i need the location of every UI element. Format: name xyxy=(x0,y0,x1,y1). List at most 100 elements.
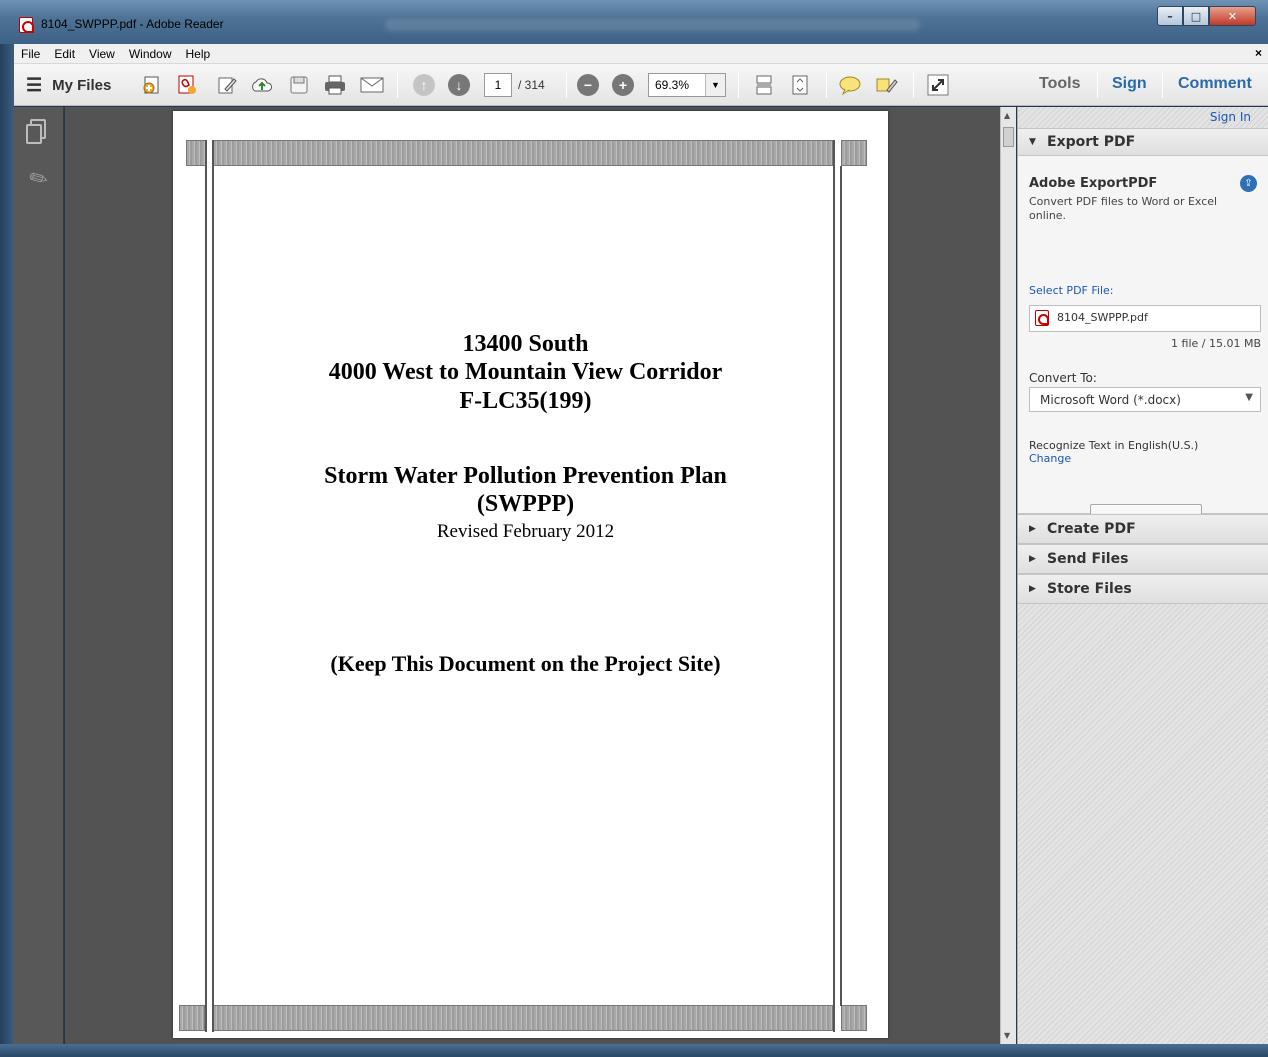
menu-edit[interactable]: Edit xyxy=(47,47,82,61)
store-files-label: Store Files xyxy=(1047,581,1132,597)
scan-border-top-right xyxy=(841,140,867,166)
document-viewer[interactable]: 13400 South 4000 West to Mountain View C… xyxy=(65,107,1000,1044)
ocr-language-label: Recognize Text in English(U.S.) xyxy=(1029,439,1199,452)
page-total-label: / 314 xyxy=(518,78,545,92)
tab-comment[interactable]: Comment xyxy=(1178,75,1252,93)
selected-file-field[interactable]: 8104_SWPPP.pdf xyxy=(1029,305,1261,332)
zoom-value: 69.3% xyxy=(655,78,690,92)
fit-page-icon[interactable] xyxy=(787,73,813,97)
menu-hamburger-icon: ☰ xyxy=(26,74,43,95)
convert-format-value: Microsoft Word (*.docx) xyxy=(1040,393,1181,407)
next-page-button[interactable]: ↓ xyxy=(446,73,472,97)
save-icon[interactable] xyxy=(287,73,311,97)
zoom-in-button[interactable]: + xyxy=(610,73,636,97)
sign-in-link[interactable]: Sign In xyxy=(1210,110,1251,124)
triangle-right-icon: ▶ xyxy=(1029,524,1036,534)
previous-page-button[interactable]: ↑ xyxy=(411,73,437,97)
scrolling-mode-icon[interactable] xyxy=(751,73,777,97)
email-icon[interactable] xyxy=(358,73,386,97)
close-window-button[interactable]: ✕ xyxy=(1209,6,1256,26)
page-number-input[interactable]: 1 xyxy=(484,73,512,97)
arrow-down-icon: ↓ xyxy=(448,74,470,96)
menu-bar: File Edit View Window Help × xyxy=(14,44,1268,64)
full-screen-icon[interactable] xyxy=(925,73,951,97)
maximize-button[interactable]: □ xyxy=(1183,6,1209,26)
triangle-right-icon: ▶ xyxy=(1029,554,1036,564)
menu-view[interactable]: View xyxy=(82,47,122,61)
export-pdf-label: Export PDF xyxy=(1047,134,1136,150)
menu-help[interactable]: Help xyxy=(179,47,218,61)
comment-bubble-icon[interactable] xyxy=(837,73,863,97)
toolbar-separator xyxy=(397,72,398,98)
my-files-label: My Files xyxy=(52,76,112,94)
scan-margin-line xyxy=(205,140,207,1032)
windows-taskbar-edge xyxy=(0,1044,1268,1057)
desktop-left-edge xyxy=(0,44,14,1044)
plus-icon: + xyxy=(612,74,634,96)
vertical-scrollbar[interactable]: ▲ ▼ xyxy=(1000,107,1016,1044)
print-icon[interactable] xyxy=(322,73,348,97)
toolbar-separator xyxy=(566,72,567,98)
adobe-reader-app-icon xyxy=(19,17,34,33)
main-toolbar: ☰ My Files ↑ ↓ 1 / 314 − + 69.3% ▼ Tools… xyxy=(14,64,1268,106)
doc-title-line: 13400 South xyxy=(462,331,589,357)
scroll-up-arrow-icon[interactable]: ▲ xyxy=(1004,111,1010,120)
change-language-link[interactable]: Change xyxy=(1029,452,1071,465)
doc-title-line: F-LC35(199) xyxy=(459,388,592,414)
file-size-info: 1 file / 15.01 MB xyxy=(1171,337,1261,350)
scroll-down-arrow-icon[interactable]: ▼ xyxy=(1004,1031,1010,1040)
tab-sign[interactable]: Sign xyxy=(1112,75,1147,93)
window-titlebar: 8104_SWPPP.pdf - Adobe Reader – □ ✕ xyxy=(0,0,1268,44)
window-title: 8104_SWPPP.pdf - Adobe Reader xyxy=(41,17,224,31)
close-document-button[interactable]: × xyxy=(1255,46,1262,60)
cloud-upload-icon[interactable] xyxy=(249,73,275,97)
minimize-button[interactable]: – xyxy=(1157,6,1183,26)
selected-file-name: 8104_SWPPP.pdf xyxy=(1057,311,1148,324)
scan-border-bottom xyxy=(213,1005,833,1031)
navigation-pane: ✎ xyxy=(14,107,64,1044)
toolbar-separator xyxy=(738,72,739,98)
scan-border-top xyxy=(213,140,833,166)
toolbar-separator xyxy=(1097,72,1098,98)
menu-file[interactable]: File xyxy=(14,47,47,61)
chevron-down-icon[interactable]: ▼ xyxy=(705,74,725,96)
toolbar-separator xyxy=(913,72,914,98)
zoom-out-button[interactable]: − xyxy=(575,73,601,97)
tab-tools[interactable]: Tools xyxy=(1039,75,1080,93)
highlight-text-icon[interactable] xyxy=(874,73,900,97)
triangle-down-icon: ▼ xyxy=(1029,137,1036,147)
select-file-label: Select PDF File: xyxy=(1029,284,1114,297)
export-service-icon: ⇪ xyxy=(1240,175,1257,192)
convert-format-select[interactable]: Microsoft Word (*.docx) ▼ xyxy=(1029,387,1261,412)
my-files-button[interactable]: ☰ My Files xyxy=(26,73,122,97)
create-pdf-icon[interactable] xyxy=(140,73,164,97)
minus-icon: − xyxy=(577,74,599,96)
doc-title-line: 4000 West to Mountain View Corridor xyxy=(328,359,723,385)
pdf-page: 13400 South 4000 West to Mountain View C… xyxy=(173,111,888,1038)
toolbar-separator xyxy=(1162,72,1163,98)
scan-margin-line xyxy=(212,140,214,1032)
send-files-label: Send Files xyxy=(1047,551,1129,567)
arrow-up-icon: ↑ xyxy=(413,74,435,96)
scan-border-top-left xyxy=(186,140,206,166)
export-pdf-panel: Adobe ExportPDF ⇪ Convert PDF files to W… xyxy=(1018,156,1268,534)
chevron-down-icon: ▼ xyxy=(1245,392,1253,403)
menu-window[interactable]: Window xyxy=(122,47,179,61)
store-files-header[interactable]: ▶ Store Files xyxy=(1018,574,1268,604)
pdf-export-icon[interactable] xyxy=(175,73,199,97)
export-description: Convert PDF files to Word or Excel onlin… xyxy=(1029,195,1218,222)
export-pdf-header[interactable]: ▼ Export PDF xyxy=(1018,128,1268,156)
doc-note: (Keep This Document on the Project Site) xyxy=(330,651,721,676)
create-pdf-header[interactable]: ▶ Create PDF xyxy=(1018,514,1268,544)
page-thumbnails-icon[interactable] xyxy=(26,119,46,144)
send-files-header[interactable]: ▶ Send Files xyxy=(1018,544,1268,574)
scan-margin-line xyxy=(840,166,842,1006)
create-pdf-label: Create PDF xyxy=(1047,521,1136,537)
convert-to-label: Convert To: xyxy=(1029,371,1097,385)
toolbar-separator xyxy=(826,72,827,98)
scrollbar-thumb[interactable] xyxy=(1003,127,1014,147)
edit-pdf-icon[interactable] xyxy=(215,73,239,97)
attachments-paperclip-icon[interactable]: ✎ xyxy=(25,164,53,195)
zoom-level-select[interactable]: 69.3% ▼ xyxy=(648,73,726,97)
triangle-right-icon: ▶ xyxy=(1029,584,1036,594)
